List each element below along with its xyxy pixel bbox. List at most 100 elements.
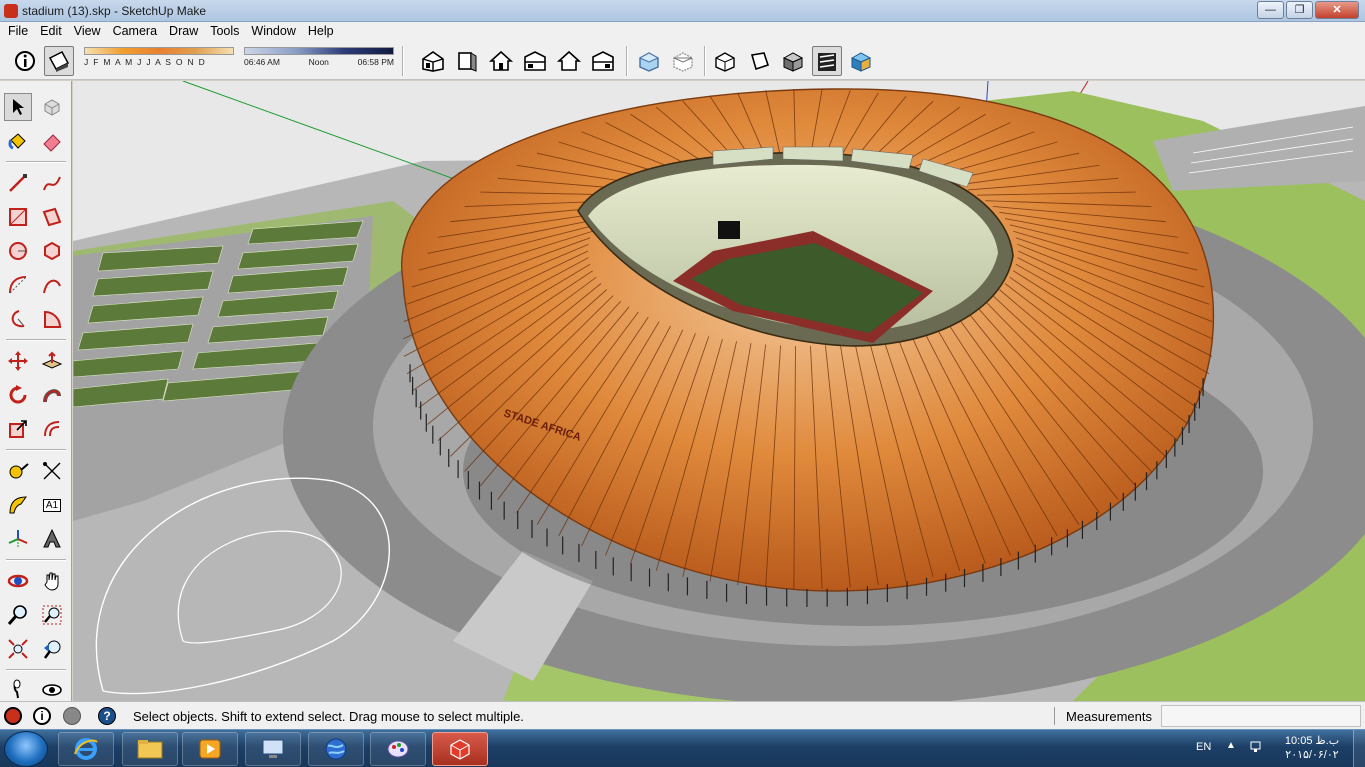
taskbar-google-earth[interactable]: [308, 732, 364, 766]
follow-me-icon[interactable]: [38, 381, 66, 409]
time-gradient: [244, 47, 394, 55]
credits-icon[interactable]: i: [33, 707, 51, 725]
back-edges-icon[interactable]: [668, 46, 698, 76]
left-toolbar: A1: [0, 81, 72, 701]
clock-date: ۲۰۱۵/۰۶/۰۲: [1285, 749, 1339, 761]
start-button[interactable]: [4, 731, 48, 767]
shaded-icon[interactable]: [778, 46, 808, 76]
user-account-icon[interactable]: [63, 707, 81, 725]
two-point-arc-icon[interactable]: [38, 271, 66, 299]
move-icon[interactable]: [4, 347, 32, 375]
title-bar: stadium (13).skp - SketchUp Make — ❐ ✕: [0, 0, 1365, 22]
shadow-time-slider[interactable]: 06:46 AM Noon 06:58 PM: [244, 47, 394, 67]
line-icon[interactable]: [4, 169, 32, 197]
taskbar-paint[interactable]: [370, 732, 426, 766]
media-player-icon: [199, 739, 221, 759]
menu-view[interactable]: View: [68, 22, 107, 42]
scale-icon[interactable]: [4, 415, 32, 443]
geo-location-icon[interactable]: [4, 707, 22, 725]
clock-time: 10:05 ب.ظ: [1284, 735, 1340, 747]
taskbar-media-player[interactable]: [182, 732, 238, 766]
offset-icon[interactable]: [38, 415, 66, 443]
circle-icon[interactable]: [4, 237, 32, 265]
shadows-toggle-icon[interactable]: [44, 46, 74, 76]
main-toolbar: J F M A M J J A S O N D 06:46 AM Noon 06…: [0, 42, 1365, 80]
status-bar: i ? Select objects. Shift to extend sele…: [0, 701, 1365, 729]
menu-window[interactable]: Window: [245, 22, 301, 42]
text-icon[interactable]: A1: [38, 491, 66, 519]
arc-icon[interactable]: [4, 271, 32, 299]
right-view-icon[interactable]: [520, 46, 550, 76]
model-viewport[interactable]: STADE AFRICA: [73, 81, 1365, 701]
tape-measure-icon[interactable]: [4, 457, 32, 485]
google-earth-icon: [325, 738, 347, 760]
pie-icon[interactable]: [38, 305, 66, 333]
menu-draw[interactable]: Draw: [163, 22, 204, 42]
taskbar-explorer[interactable]: [122, 732, 178, 766]
rectangle-icon[interactable]: [4, 203, 32, 231]
freehand-icon[interactable]: [38, 169, 66, 197]
hidden-line-icon[interactable]: [744, 46, 774, 76]
select-icon[interactable]: [4, 93, 32, 121]
menu-help[interactable]: Help: [302, 22, 340, 42]
push-pull-icon[interactable]: [38, 347, 66, 375]
previous-view-icon[interactable]: [38, 635, 66, 663]
left-toolbar-separator: [6, 339, 66, 341]
network-tray-icon[interactable]: [1250, 740, 1264, 754]
tray-expand-icon[interactable]: ▲: [1226, 740, 1236, 751]
eraser-icon[interactable]: [38, 127, 66, 155]
zoom-window-icon[interactable]: [38, 601, 66, 629]
measurements-input[interactable]: [1161, 705, 1361, 727]
rotated-rectangle-icon[interactable]: [38, 203, 66, 231]
left-view-icon[interactable]: [588, 46, 618, 76]
taskbar-internet-explorer[interactable]: [58, 732, 114, 766]
paint-bucket-icon[interactable]: [4, 127, 32, 155]
toolbar-separator: [704, 46, 706, 76]
rotate-icon[interactable]: [4, 381, 32, 409]
menu-camera[interactable]: Camera: [107, 22, 163, 42]
time-start-label: 06:46 AM: [244, 57, 280, 67]
front-view-icon[interactable]: [486, 46, 516, 76]
system-clock[interactable]: 10:05 ب.ظ ۲۰۱۵/۰۶/۰۲: [1272, 734, 1352, 762]
look-around-icon[interactable]: [38, 675, 66, 703]
make-component-icon[interactable]: [38, 93, 66, 121]
taskbar-network[interactable]: [245, 732, 301, 766]
menu-bar: File Edit View Camera Draw Tools Window …: [0, 22, 1365, 42]
xray-icon[interactable]: [634, 46, 664, 76]
menu-file[interactable]: File: [2, 22, 34, 42]
shadow-date-slider[interactable]: J F M A M J J A S O N D: [84, 47, 234, 67]
monochrome-icon[interactable]: [846, 46, 876, 76]
wireframe-icon[interactable]: [710, 46, 740, 76]
zoom-extents-icon[interactable]: [4, 635, 32, 663]
close-button[interactable]: ✕: [1315, 1, 1359, 19]
3d-text-icon[interactable]: [38, 525, 66, 553]
language-indicator[interactable]: EN: [1196, 741, 1211, 753]
taskbar-sketchup[interactable]: [432, 732, 488, 766]
scoreboard: [718, 221, 740, 239]
help-icon[interactable]: ?: [98, 707, 116, 725]
sketchup-icon: [450, 739, 470, 760]
polygon-icon[interactable]: [38, 237, 66, 265]
shaded-textures-icon[interactable]: [812, 46, 842, 76]
protractor-icon[interactable]: [4, 491, 32, 519]
model-info-icon[interactable]: [10, 46, 40, 76]
maximize-button[interactable]: ❐: [1286, 1, 1313, 19]
three-point-arc-icon[interactable]: [4, 305, 32, 333]
zoom-icon[interactable]: [4, 601, 32, 629]
iso-view-icon[interactable]: [418, 46, 448, 76]
menu-tools[interactable]: Tools: [204, 22, 245, 42]
menu-edit[interactable]: Edit: [34, 22, 68, 42]
dimension-icon[interactable]: [38, 457, 66, 485]
pan-icon[interactable]: [38, 567, 66, 595]
show-desktop-button[interactable]: [1353, 730, 1365, 767]
axes-icon[interactable]: [4, 525, 32, 553]
top-view-icon[interactable]: [452, 46, 482, 76]
measurements-label: Measurements: [1066, 709, 1152, 724]
minimize-button[interactable]: —: [1257, 1, 1284, 19]
toolbar-separator: [626, 46, 628, 76]
back-view-icon[interactable]: [554, 46, 584, 76]
windows-taskbar: EN ▲ 10:05 ب.ظ ۲۰۱۵/۰۶/۰۲: [0, 729, 1365, 767]
walk-icon[interactable]: [4, 675, 32, 703]
orbit-icon[interactable]: [4, 567, 32, 595]
stadium-scene: STADE AFRICA: [73, 81, 1365, 701]
